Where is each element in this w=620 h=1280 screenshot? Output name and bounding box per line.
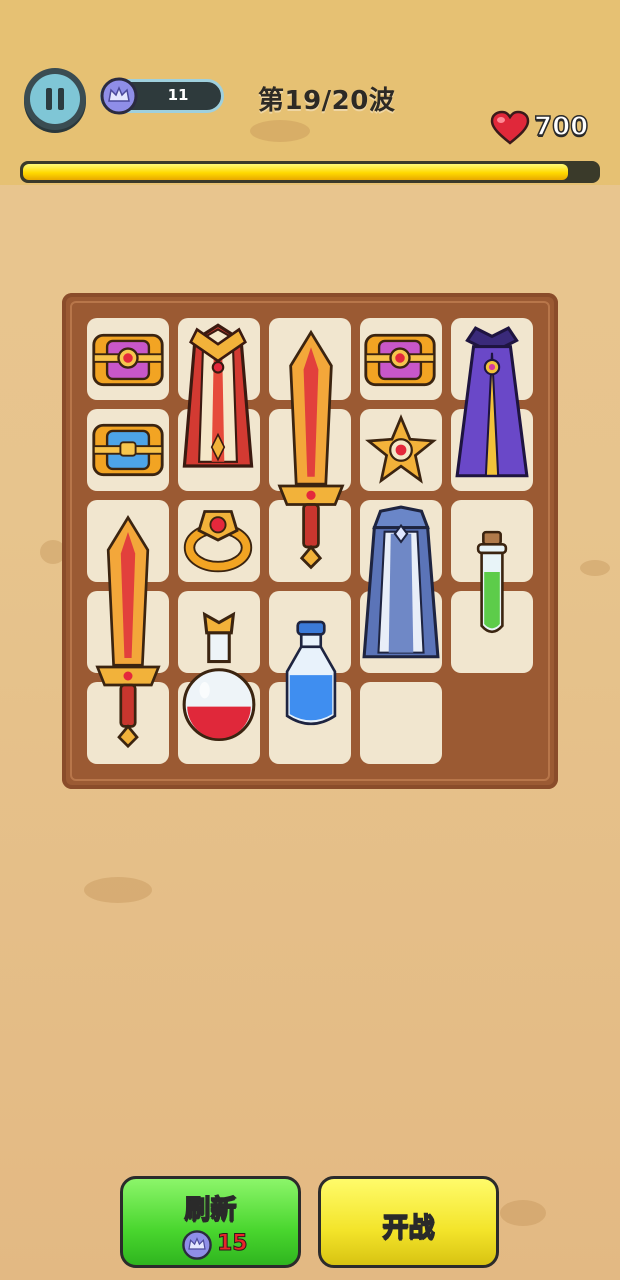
gem-count: 11 xyxy=(167,86,189,104)
wave-progress-bar xyxy=(20,161,600,183)
refresh-button[interactable]: 刷新 15 xyxy=(120,1176,301,1268)
golden-sword-item[interactable] xyxy=(274,318,348,580)
ring-icon xyxy=(183,510,253,573)
chest-pink-icon xyxy=(364,333,436,387)
sand-mark xyxy=(580,560,610,576)
purple-cloak-item[interactable] xyxy=(450,322,534,486)
pause-button[interactable] xyxy=(24,68,86,130)
health-value: 700 xyxy=(533,111,589,143)
robe-red-gold-icon xyxy=(182,323,254,468)
red-potion-item[interactable] xyxy=(178,608,260,752)
refresh-cost-value: 15 xyxy=(217,1231,249,1257)
shuriken-item[interactable] xyxy=(365,410,437,490)
cloak-purple-icon xyxy=(455,326,529,478)
refresh-label: 刷新 xyxy=(184,1194,238,1226)
chest-blue-icon xyxy=(92,423,164,477)
treasure-chest-pink-item[interactable] xyxy=(362,324,438,394)
wave-indicator: 第19/20波 xyxy=(258,86,396,116)
treasure-chest-pink-item[interactable] xyxy=(90,324,166,394)
heart-icon xyxy=(490,110,530,145)
sand-mark xyxy=(250,120,310,142)
potion-blue-icon xyxy=(285,620,337,726)
start-battle-label: 开战 xyxy=(382,1212,436,1244)
cloak-blue-icon xyxy=(362,505,440,659)
sand-mark xyxy=(500,1200,546,1226)
refresh-cost: 15 xyxy=(181,1229,261,1261)
pause-icon xyxy=(46,88,64,110)
health-display: 700 xyxy=(490,110,589,150)
potion-green-icon xyxy=(476,530,508,634)
green-potion-item[interactable] xyxy=(466,522,518,648)
blue-potion-item[interactable] xyxy=(280,612,342,740)
royal-robe-item[interactable] xyxy=(176,318,260,488)
potion-red-icon xyxy=(182,611,256,741)
golden-ring-item[interactable] xyxy=(180,500,256,580)
board-cell[interactable] xyxy=(360,682,442,764)
start-battle-button[interactable]: 开战 xyxy=(318,1176,499,1268)
crown-gem-icon xyxy=(100,77,138,115)
sword-icon xyxy=(95,515,161,749)
sword-icon xyxy=(277,329,345,570)
crown-gem-icon xyxy=(182,1230,212,1260)
treasure-chest-blue-item[interactable] xyxy=(90,414,166,484)
gem-counter: 11 xyxy=(100,77,224,115)
golden-sword-item[interactable] xyxy=(92,500,164,762)
wave-progress-fill xyxy=(23,164,569,180)
chest-pink-icon xyxy=(92,333,164,387)
blue-cloak-item[interactable] xyxy=(360,502,442,668)
sand-mark xyxy=(84,877,152,903)
star-gold-icon xyxy=(365,414,437,484)
